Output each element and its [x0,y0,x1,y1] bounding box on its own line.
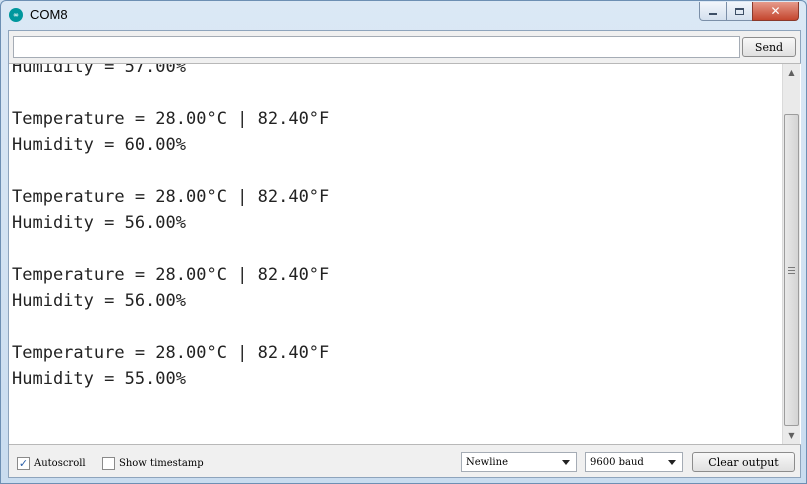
timestamp-option[interactable]: Show timestamp [102,455,204,471]
line-ending-value: Newline [466,456,508,468]
show-timestamp-label: Show timestamp [119,457,204,469]
scrollbar-thumb[interactable] [784,114,799,426]
title-bar[interactable]: ∞ COM8 ✕ [1,1,806,29]
send-input[interactable] [13,36,740,58]
scroll-down-arrow-icon[interactable]: ▼ [783,427,800,444]
output-line: Humidity = 55.00% [12,369,186,389]
output-line: Temperature = 28.00°C | 82.40°F [12,109,330,129]
serial-output-area[interactable]: Humidity = 57.00% Temperature = 28.00°C … [9,63,801,445]
chevron-down-icon [562,459,570,465]
window-title: COM8 [30,7,68,22]
output-line: Humidity = 57.00% [12,63,186,77]
output-line: Humidity = 60.00% [12,135,186,155]
output-line: Humidity = 56.00% [12,291,186,311]
baud-rate-value: 9600 baud [590,456,644,468]
minimize-icon [709,13,717,15]
maximize-button[interactable] [726,2,753,21]
check-icon: ✓ [18,456,29,470]
output-line: Humidity = 56.00% [12,213,186,233]
close-icon: ✕ [770,4,781,18]
output-line: Temperature = 28.00°C | 82.40°F [12,343,330,363]
output-line: Temperature = 28.00°C | 82.40°F [12,187,330,207]
line-ending-select[interactable]: Newline [461,452,577,472]
maximize-icon [735,7,744,15]
serial-monitor-window: ∞ COM8 ✕ Send Humidity = 57.00% Temperat… [0,0,807,484]
scroll-up-arrow-icon[interactable]: ▲ [783,64,800,81]
autoscroll-checkbox[interactable]: ✓ [17,456,30,470]
autoscroll-label: Autoscroll [34,457,86,469]
autoscroll-option[interactable]: ✓ Autoscroll [17,455,86,471]
chevron-down-icon [668,459,676,465]
vertical-scrollbar[interactable]: ▲ ▼ [782,64,800,444]
show-timestamp-checkbox[interactable] [102,456,115,470]
clear-output-button[interactable]: Clear output [692,452,795,472]
bottom-toolbar: ✓ Autoscroll Show timestamp Newline 9600… [9,446,801,478]
baud-rate-select[interactable]: 9600 baud [585,452,683,472]
monitor-body: Send Humidity = 57.00% Temperature = 28.… [8,30,801,478]
send-button[interactable]: Send [742,37,796,57]
serial-output-text: Humidity = 57.00% Temperature = 28.00°C … [12,63,777,392]
output-line: Temperature = 28.00°C | 82.40°F [12,265,330,285]
grip-icon [788,266,795,274]
arduino-icon: ∞ [9,8,23,22]
minimize-button[interactable] [699,2,727,21]
close-button[interactable]: ✕ [752,2,799,21]
